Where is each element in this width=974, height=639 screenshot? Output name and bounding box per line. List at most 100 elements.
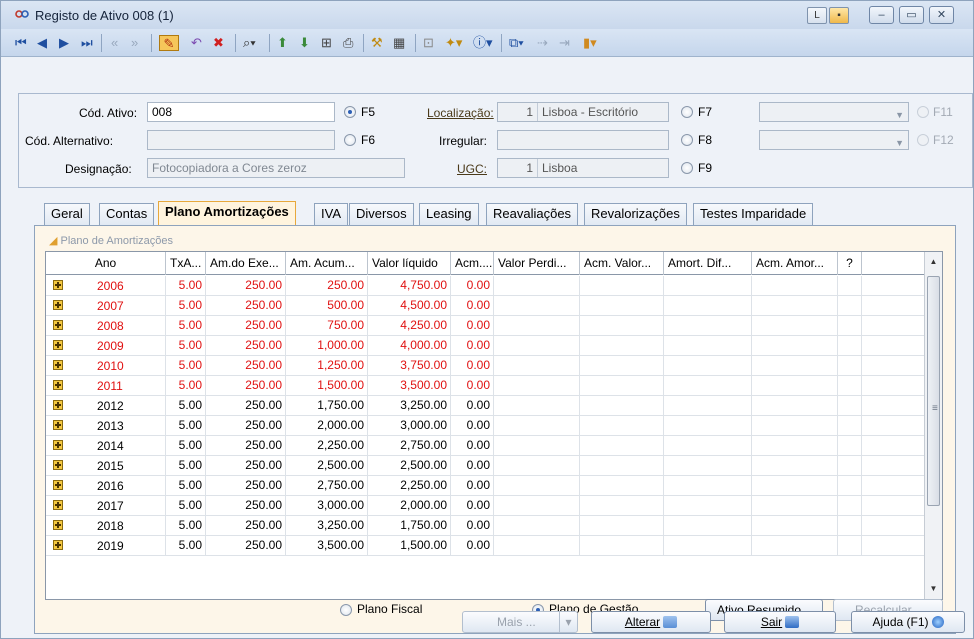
cod-alternativo-field[interactable]	[147, 130, 335, 150]
column-header[interactable]: TxA...	[166, 252, 206, 275]
table-row[interactable]: 2011 5.00 250.00 1,500.00 3,500.00 0.00	[46, 376, 924, 396]
f11-radio[interactable]	[917, 106, 929, 118]
column-header[interactable]: Am. Acum...	[286, 252, 368, 275]
alterar-button[interactable]: Alterar	[591, 611, 711, 633]
expand-icon[interactable]	[53, 420, 63, 430]
previous-record-icon[interactable]: ◀	[37, 35, 47, 51]
tab-revalorizacoes[interactable]: Revalorizações	[584, 203, 687, 225]
minimize-button[interactable]: –	[869, 6, 894, 24]
expand-icon[interactable]	[53, 380, 63, 390]
expand-icon[interactable]	[53, 500, 63, 510]
table-row[interactable]: 2009 5.00 250.00 1,000.00 4,000.00 0.00	[46, 336, 924, 356]
layout-icon[interactable]: L	[807, 7, 827, 24]
table-row[interactable]: 2018 5.00 250.00 3,250.00 1,750.00 0.00	[46, 516, 924, 536]
page-back-icon[interactable]: «	[111, 35, 118, 51]
close-button[interactable]: ✕	[929, 6, 954, 24]
expand-icon[interactable]	[53, 340, 63, 350]
table-row[interactable]: 2019 5.00 250.00 3,500.00 1,500.00 0.00	[46, 536, 924, 556]
expand-icon[interactable]	[53, 540, 63, 550]
undo-icon[interactable]: ↶	[191, 35, 202, 51]
info-icon[interactable]: ⓘ▾	[473, 35, 493, 51]
tools-icon[interactable]: ⚒	[371, 35, 383, 51]
column-header[interactable]: ?	[838, 252, 862, 275]
expand-icon[interactable]	[53, 320, 63, 330]
column-header[interactable]: Amort. Dif...	[664, 252, 752, 275]
f9-radio[interactable]	[681, 162, 693, 174]
unlink-icon[interactable]: ⇥	[559, 35, 570, 51]
tab-reavaliacoes[interactable]: Reavaliações	[486, 203, 579, 225]
delete-icon[interactable]: ✖	[213, 35, 224, 51]
localizacao-label[interactable]: Localização:	[427, 106, 494, 120]
tab-diversos[interactable]: Diversos	[349, 203, 414, 225]
expand-icon[interactable]	[53, 460, 63, 470]
bookmark-icon[interactable]: ▮▾	[583, 35, 597, 51]
f12-select[interactable]: ▼	[759, 130, 909, 150]
scroll-up-icon[interactable]: ▲	[925, 254, 942, 270]
column-header[interactable]: Ano	[46, 252, 166, 275]
chevron-down-icon[interactable]: ▾	[559, 612, 577, 632]
localizacao-field[interactable]: 1 Lisboa - Escritório	[497, 102, 669, 122]
irregular-field[interactable]	[497, 130, 669, 150]
cod-ativo-field[interactable]: 008	[147, 102, 335, 122]
expand-icon[interactable]	[53, 280, 63, 290]
expand-icon[interactable]	[53, 300, 63, 310]
f8-radio[interactable]	[681, 134, 693, 146]
mais-button[interactable]: Mais ... ▾	[462, 611, 578, 633]
scroll-thumb[interactable]: ≡	[927, 276, 940, 506]
tab-leasing[interactable]: Leasing	[419, 203, 479, 225]
column-header[interactable]: Valor líquido	[368, 252, 451, 275]
print-icon[interactable]: ⎙	[343, 35, 353, 51]
f11-select[interactable]: ▼	[759, 102, 909, 122]
collapse-arrow-icon[interactable]: ◢	[49, 235, 57, 247]
table-row[interactable]: 2013 5.00 250.00 2,000.00 3,000.00 0.00	[46, 416, 924, 436]
f7-radio[interactable]	[681, 106, 693, 118]
export-icon[interactable]: ⬇	[299, 35, 310, 51]
scroll-down-icon[interactable]: ▼	[925, 581, 942, 597]
f5-radio[interactable]	[344, 106, 356, 118]
first-record-icon[interactable]: ⏮	[15, 35, 27, 51]
table-row[interactable]: 2015 5.00 250.00 2,500.00 2,500.00 0.00	[46, 456, 924, 476]
page-forward-icon[interactable]: »	[131, 35, 138, 51]
f6-radio[interactable]	[344, 134, 356, 146]
ugc-label[interactable]: UGC:	[457, 162, 487, 176]
edit-icon[interactable]: ✎	[159, 35, 179, 51]
expand-icon[interactable]	[53, 400, 63, 410]
expand-icon[interactable]	[53, 440, 63, 450]
maximize-button[interactable]: ▭	[899, 6, 924, 24]
link-icon[interactable]: ⇢	[537, 35, 548, 51]
paint-icon[interactable]: ✦▾	[445, 35, 462, 51]
tab-plano-amortizacoes[interactable]: Plano Amortizações	[158, 201, 296, 225]
calculator-icon[interactable]: ▦	[393, 35, 405, 51]
import-icon[interactable]: ⬆	[277, 35, 288, 51]
column-header[interactable]: Acm. Amor...	[752, 252, 838, 275]
tab-geral[interactable]: Geral	[44, 203, 90, 225]
column-header[interactable]: Am.do Exe...	[206, 252, 286, 275]
table-row[interactable]: 2012 5.00 250.00 1,750.00 3,250.00 0.00	[46, 396, 924, 416]
table-row[interactable]: 2016 5.00 250.00 2,750.00 2,250.00 0.00	[46, 476, 924, 496]
plano-fiscal-radio[interactable]	[340, 604, 352, 616]
zoom-icon[interactable]: ⊡	[423, 35, 434, 51]
sair-button[interactable]: Sair	[724, 611, 836, 633]
table-row[interactable]: 2014 5.00 250.00 2,250.00 2,750.00 0.00	[46, 436, 924, 456]
search-icon[interactable]: ⌕▾	[243, 35, 256, 51]
color-icon[interactable]: ▪	[829, 7, 849, 24]
expand-icon[interactable]	[53, 520, 63, 530]
tab-iva[interactable]: IVA	[314, 203, 348, 225]
table-row[interactable]: 2008 5.00 250.00 750.00 4,250.00 0.00	[46, 316, 924, 336]
ajuda-button[interactable]: Ajuda (F1)	[851, 611, 965, 633]
last-record-icon[interactable]: ⏭	[81, 35, 93, 51]
tree-icon[interactable]: ⊞	[321, 35, 332, 51]
f12-radio[interactable]	[917, 134, 929, 146]
table-row[interactable]: 2007 5.00 250.00 500.00 4,500.00 0.00	[46, 296, 924, 316]
table-row[interactable]: 2010 5.00 250.00 1,250.00 3,750.00 0.00	[46, 356, 924, 376]
designacao-field[interactable]: Fotocopiadora a Cores zeroz	[147, 158, 405, 178]
vertical-scrollbar[interactable]: ▲ ≡ ▼	[924, 252, 942, 599]
table-row[interactable]: 2006 5.00 250.00 250.00 4,750.00 0.00	[46, 276, 924, 296]
ugc-field[interactable]: 1 Lisboa	[497, 158, 669, 178]
tab-testes-imparidade[interactable]: Testes Imparidade	[693, 203, 814, 225]
column-header[interactable]: Acm. Valor...	[580, 252, 664, 275]
tab-contas[interactable]: Contas	[99, 203, 155, 225]
next-record-icon[interactable]: ▶	[59, 35, 69, 51]
copy-icon[interactable]: ⧉▾	[509, 35, 524, 51]
column-header[interactable]: Valor Perdi...	[494, 252, 580, 275]
